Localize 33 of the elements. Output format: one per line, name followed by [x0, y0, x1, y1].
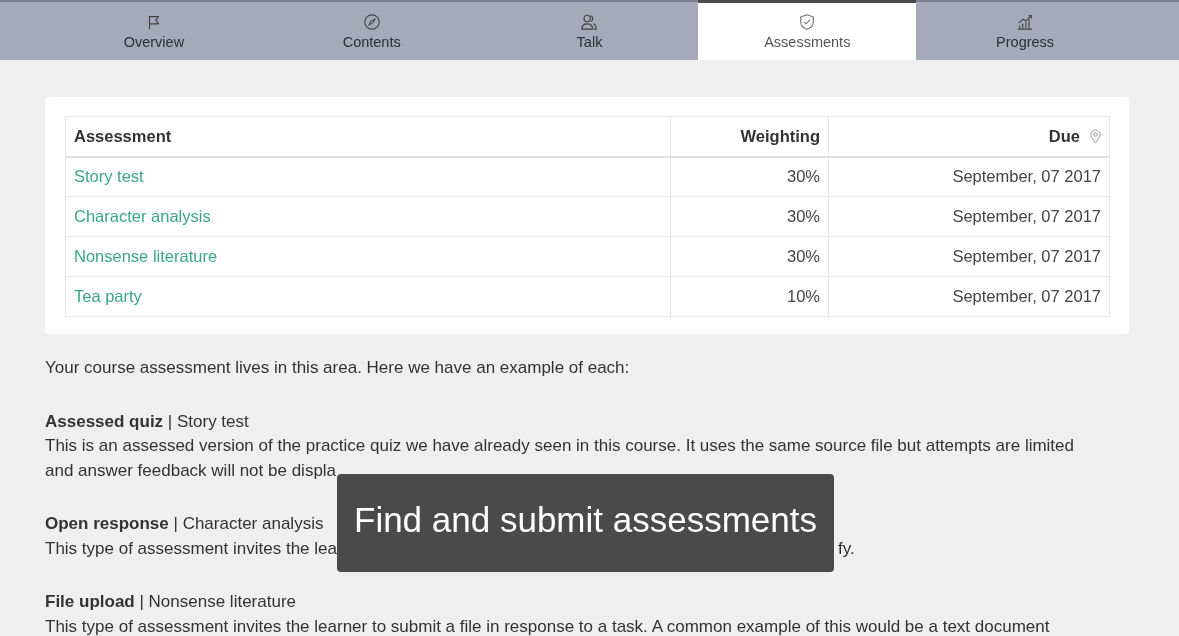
table-cell: 30%	[670, 156, 829, 197]
section-description: fy.	[838, 537, 855, 560]
table-cell: 10%	[670, 276, 829, 317]
tab[interactable]: Contents	[262, 0, 481, 60]
intro-text: Your course assessment lives in this area. Here we have an example of each:	[45, 357, 630, 379]
tab[interactable]: Overview	[45, 0, 263, 60]
column-header: Assessment	[65, 116, 671, 157]
column-header: Due	[1048, 126, 1080, 146]
table-cell: 30%	[670, 236, 829, 277]
section-title: File upload | Nonsense literature	[45, 591, 296, 613]
column-header: Weighting	[670, 116, 829, 157]
caption-banner: Find and submit assessments	[337, 474, 834, 572]
assessment-link[interactable]: Character analysis	[74, 207, 211, 225]
shield-check-icon	[798, 13, 817, 31]
compass-icon	[362, 13, 381, 31]
assessment-link[interactable]: Tea party	[74, 287, 142, 305]
table-cell: September, 07 2017	[828, 156, 1110, 197]
table-cell: September, 07 2017	[828, 196, 1110, 237]
section-description: This type of assessment invites the lea	[45, 537, 337, 560]
table-cell: 30%	[670, 196, 829, 237]
assessment-link[interactable]: Nonsense literature	[74, 247, 218, 265]
table-cell: September, 07 2017	[828, 236, 1110, 277]
bar-chart-icon	[1016, 13, 1035, 31]
tab[interactable]: Assessments	[698, 0, 917, 60]
tab[interactable]: Progress	[916, 0, 1134, 60]
table-cell: September, 07 2017	[828, 276, 1110, 317]
people-icon	[580, 13, 599, 31]
section-description: This type of assessment invites the learner to submit a file in response to a task. A common example of this would be a text document	[45, 615, 1051, 636]
assessment-link[interactable]: Story test	[74, 167, 144, 186]
pin-icon	[1090, 128, 1101, 144]
section-title: Assessed quiz | Story test	[45, 410, 249, 433]
tab[interactable]: Talk	[480, 0, 699, 60]
section-title: Open response | Character analysis	[45, 513, 324, 535]
